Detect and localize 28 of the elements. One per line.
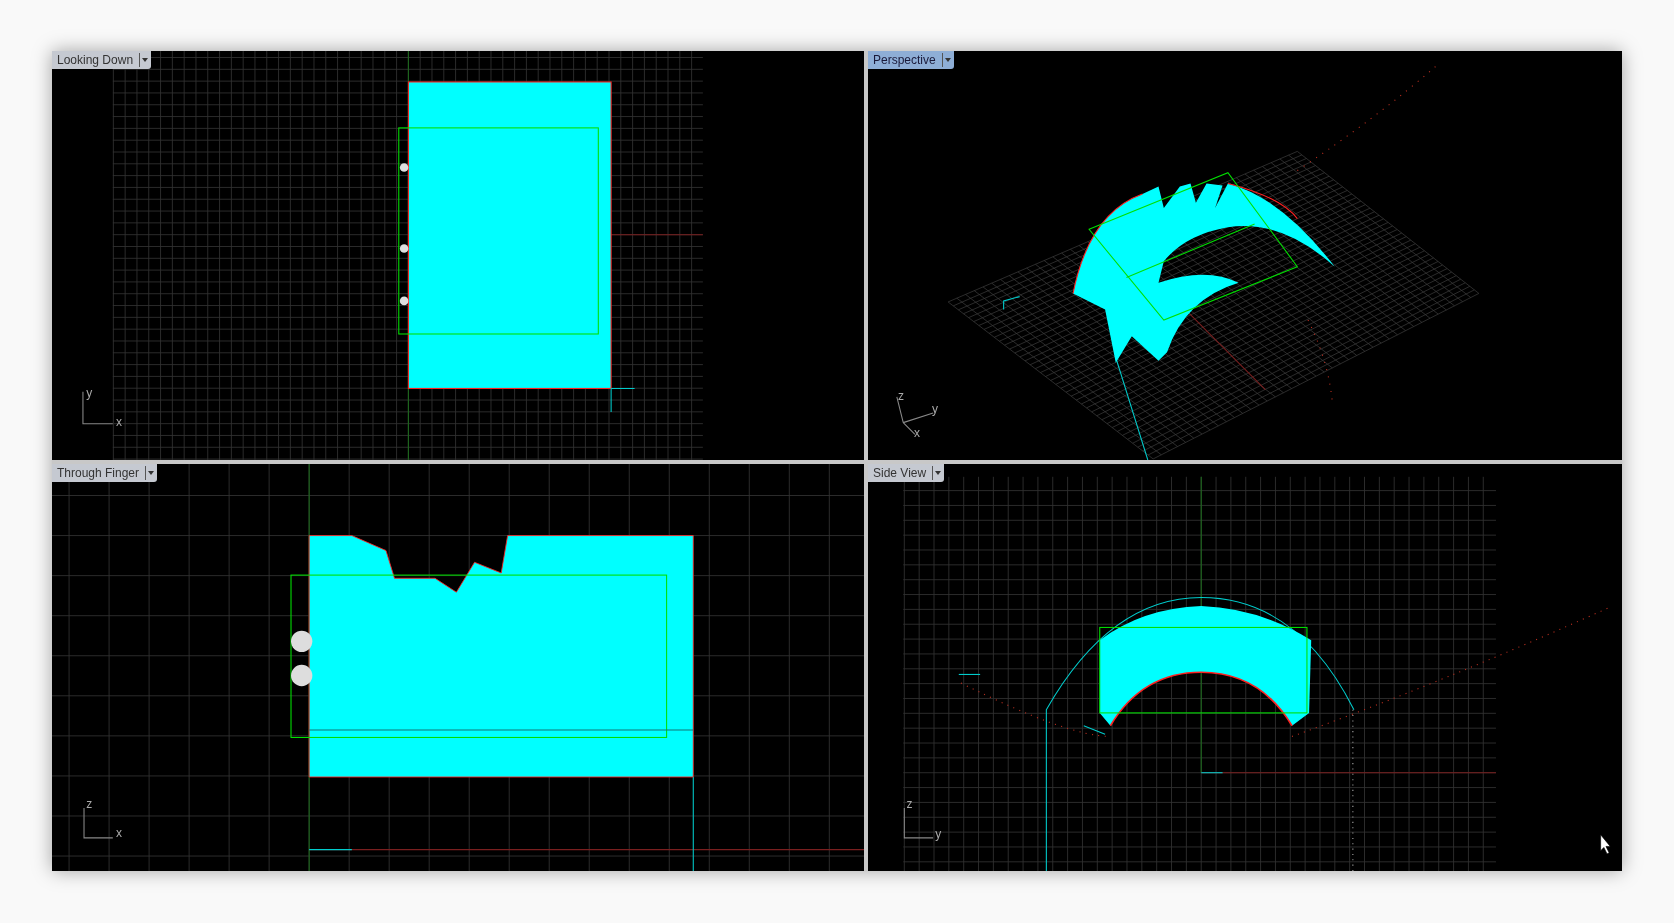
caret-icon[interactable] <box>932 466 943 480</box>
sphere-markers <box>291 630 313 687</box>
axis-label: x <box>116 416 122 429</box>
caret-icon[interactable] <box>941 53 952 67</box>
caret-icon[interactable] <box>145 466 156 480</box>
curve-line <box>1003 296 1021 310</box>
axis-tripod-icon <box>82 391 114 425</box>
viewport-tab[interactable]: Through Finger <box>52 464 158 482</box>
axis-label: x <box>116 827 122 840</box>
axis-tripod-icon <box>903 807 934 839</box>
axis-label: y <box>86 387 93 400</box>
viewport-tab[interactable]: Side View <box>868 464 945 482</box>
curve-line <box>610 387 636 413</box>
viewport-tab[interactable]: Looking Down <box>52 51 152 69</box>
caret-icon[interactable] <box>139 53 150 67</box>
axis-label: y <box>932 403 939 416</box>
axis-label: x <box>913 426 920 439</box>
axis-label: z <box>906 798 913 811</box>
axis-label: z <box>86 798 93 811</box>
axis-label: y <box>935 828 942 841</box>
axis-label: z <box>897 389 904 402</box>
axis-tripod-icon <box>83 807 114 839</box>
curve-line <box>1083 725 1106 735</box>
cursor-icon <box>1600 834 1611 855</box>
viewport-tab[interactable]: Perspective <box>868 51 954 69</box>
curve-line <box>308 849 353 851</box>
curve-line <box>1200 772 1224 774</box>
curve-line <box>958 673 981 675</box>
